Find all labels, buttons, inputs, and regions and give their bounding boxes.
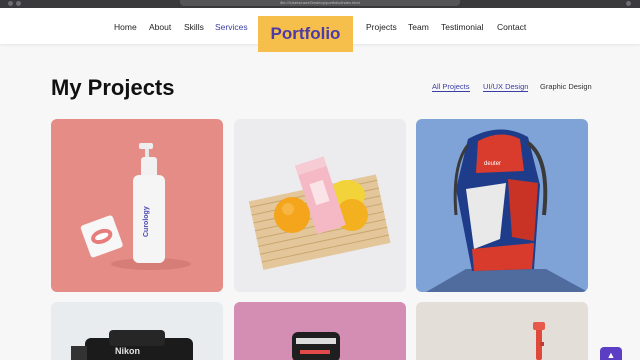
nav-link-team[interactable]: Team [408,22,429,32]
extension-icon[interactable] [626,1,631,6]
main-navbar: Home About Skills Services Portfolio Pro… [0,8,640,52]
project-image-backpack: deuter [416,119,588,292]
nav-link-about[interactable]: About [149,22,171,32]
project-card[interactable]: Nikon [51,302,223,360]
project-card[interactable]: Curology [51,119,223,292]
project-image-product [416,302,588,360]
nav-link-home[interactable]: Home [114,22,137,32]
window-dot-icon[interactable] [8,1,13,6]
scroll-to-top-button[interactable]: ▲ [600,347,622,360]
nav-link-skills[interactable]: Skills [184,22,204,32]
project-image-sneaker [234,302,406,360]
nav-link-contact[interactable]: Contact [497,22,526,32]
filter-all-projects[interactable]: All Projects [432,82,470,92]
filter-ui-ux-design[interactable]: UI/UX Design [483,82,529,92]
project-image-camera: Nikon [51,302,223,360]
nav-link-services[interactable]: Services [215,22,248,32]
section-title: My Projects [51,75,175,100]
project-card[interactable] [234,302,406,360]
nav-link-testimonial[interactable]: Testimonial [441,22,484,32]
project-card[interactable] [234,119,406,292]
brand-title: Portfolio [270,24,341,43]
address-bar[interactable]: file:///Users/user/Desktop/portfolio/ind… [180,0,460,6]
window-dot-icon[interactable] [16,1,21,6]
nav-link-projects[interactable]: Projects [366,22,397,32]
arrow-up-icon: ▲ [606,350,616,360]
project-image-packaging [234,119,406,292]
project-image-skincare: Curology [51,119,223,292]
brand-logo[interactable]: Portfolio [258,16,353,52]
product-label: deuter [484,161,501,167]
project-card[interactable]: deuter [416,119,588,292]
browser-top-bar: file:///Users/user/Desktop/portfolio/ind… [0,0,640,8]
filter-graphic-design[interactable]: Graphic Design [540,82,592,91]
product-label: Curology [143,206,150,237]
product-label: Nikon [115,346,140,356]
project-card[interactable] [416,302,588,360]
